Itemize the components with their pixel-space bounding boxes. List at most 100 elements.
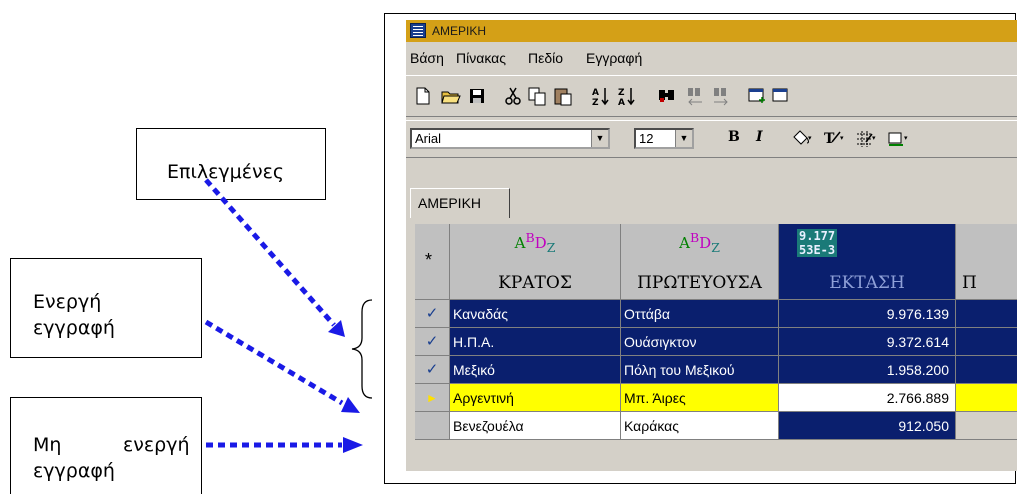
- svg-text:▾: ▾: [872, 135, 876, 142]
- svg-text:▾: ▾: [808, 135, 812, 142]
- bold-button[interactable]: B: [728, 129, 740, 145]
- text-field-icon: ABDZ: [679, 230, 720, 255]
- find-previous-icon[interactable]: [684, 85, 706, 107]
- new-icon[interactable]: [412, 85, 434, 107]
- cell-partial[interactable]: [956, 412, 1017, 440]
- copy-icon[interactable]: [526, 85, 548, 107]
- arrow-active: [204, 319, 344, 406]
- number-icon-line1: 9.177: [799, 229, 836, 243]
- column-header-capital[interactable]: ABDZ ΠΡΩΤΕΥΟΥΣΑ: [621, 224, 779, 300]
- arrow-selected: [204, 178, 336, 327]
- table-window: ΑΜΕΡΙΚΗ Βάση Πίνακας Πεδίο Εγγραφή AZ ZA…: [406, 20, 1017, 471]
- cell-capital[interactable]: Οττάβα: [621, 300, 779, 328]
- open-folder-icon[interactable]: [440, 85, 462, 107]
- column-header-area[interactable]: 9.177 53E-3 ΕΚΤΑΣΗ: [779, 224, 956, 300]
- tab-strip: ΑΜΕΡΙΚΗ: [406, 188, 1017, 218]
- number-icon-line2: 53E-3: [799, 243, 836, 257]
- cell-capital[interactable]: Καράκας: [621, 412, 779, 440]
- table-row[interactable]: ✓ Καναδάς Οττάβα 9.976.139: [415, 300, 1017, 328]
- table-icon: [410, 23, 426, 38]
- arrowhead-selected: [328, 320, 345, 337]
- title-bar: ΑΜΕΡΙΚΗ: [406, 20, 1017, 42]
- number-field-icon: 9.177 53E-3: [797, 229, 838, 257]
- arrowhead-active: [341, 397, 360, 413]
- column-label-partial: Π: [962, 273, 977, 293]
- cell-country[interactable]: Αργεντινή: [450, 384, 621, 412]
- formatting-toolbar: Arial ▼ 12 ▼ B I ▾ T ▾ ▾ ▾: [406, 120, 1017, 158]
- find-next-icon[interactable]: [710, 85, 732, 107]
- menu-item-database[interactable]: Βάση: [410, 50, 444, 66]
- current-record-icon[interactable]: ►: [415, 384, 450, 412]
- standard-toolbar: AZ ZA: [406, 75, 1017, 117]
- font-name-value: Arial: [415, 131, 442, 146]
- cell-country[interactable]: Μεξικό: [450, 356, 621, 384]
- column-header-partial[interactable]: Π: [956, 224, 1017, 300]
- font-size-select[interactable]: 12 ▼: [634, 128, 694, 149]
- arrowhead-inactive: [343, 437, 363, 453]
- svg-text:A: A: [618, 98, 625, 107]
- check-icon[interactable]: ✓: [415, 356, 450, 384]
- fill-color-icon[interactable]: ▾: [790, 128, 816, 150]
- record-selector[interactable]: [415, 412, 450, 440]
- cell-area[interactable]: 1.958.200: [779, 356, 956, 384]
- chevron-down-icon[interactable]: ▼: [591, 130, 608, 147]
- font-name-select[interactable]: Arial ▼: [410, 128, 610, 149]
- cell-area[interactable]: 2.766.889: [779, 384, 956, 412]
- window-title: ΑΜΕΡΙΚΗ: [432, 24, 487, 38]
- cell-capital[interactable]: Πόλη του Μεξικού: [621, 356, 779, 384]
- cell-country[interactable]: Καναδάς: [450, 300, 621, 328]
- svg-text:▾: ▾: [904, 135, 908, 142]
- new-record-marker: *: [425, 250, 433, 270]
- cell-capital[interactable]: Μπ. Άιρες: [621, 384, 779, 412]
- column-label-area: ΕΚΤΑΣΗ: [829, 273, 905, 293]
- sort-ascending-icon[interactable]: AZ: [590, 85, 612, 107]
- table-view-icon[interactable]: [770, 85, 792, 107]
- chevron-down-icon[interactable]: ▼: [675, 130, 692, 147]
- column-header-country[interactable]: ABDZ ΚΡΑΤΟΣ: [450, 224, 621, 300]
- svg-text:T: T: [824, 131, 835, 147]
- text-field-icon: ABDZ: [514, 230, 556, 255]
- gridlines-icon[interactable]: ▾: [854, 128, 880, 150]
- datasheet-grid: * ABDZ ΚΡΑΤΟΣ ABDZ ΠΡΩΤΕΥΟΥΣΑ 9.177 53E-…: [415, 224, 1017, 471]
- italic-button[interactable]: I: [756, 129, 763, 145]
- svg-text:▾: ▾: [840, 135, 844, 142]
- find-icon[interactable]: [656, 85, 678, 107]
- cell-partial[interactable]: [956, 300, 1017, 328]
- svg-text:Z: Z: [618, 88, 625, 98]
- cell-area[interactable]: 912.050: [779, 412, 956, 440]
- cell-country[interactable]: Βενεζουέλα: [450, 412, 621, 440]
- font-color-icon[interactable]: T ▾: [822, 128, 848, 150]
- font-size-value: 12: [639, 131, 654, 146]
- table-row[interactable]: Βενεζουέλα Καράκας 912.050: [415, 412, 1017, 440]
- cell-partial[interactable]: [956, 328, 1017, 356]
- sort-descending-icon[interactable]: ZA: [616, 85, 638, 107]
- svg-text:Z: Z: [592, 98, 599, 107]
- column-label-capital: ΠΡΩΤΕΥΟΥΣΑ: [637, 273, 762, 293]
- menu-bar: Βάση Πίνακας Πεδίο Εγγραφή: [406, 46, 1017, 70]
- tab-america[interactable]: ΑΜΕΡΙΚΗ: [410, 188, 510, 218]
- table-row-active[interactable]: ► Αργεντινή Μπ. Άιρες 2.766.889: [415, 384, 1017, 412]
- check-icon[interactable]: ✓: [415, 300, 450, 328]
- tab-america-label: ΑΜΕΡΙΚΗ: [418, 195, 482, 211]
- cell-country[interactable]: Η.Π.Α.: [450, 328, 621, 356]
- table-row[interactable]: ✓ Μεξικό Πόλη του Μεξικού 1.958.200: [415, 356, 1017, 384]
- column-label-country: ΚΡΑΤΟΣ: [498, 273, 572, 293]
- table-row[interactable]: ✓ Η.Π.Α. Ουάσιγκτον 9.372.614: [415, 328, 1017, 356]
- cell-capital[interactable]: Ουάσιγκτον: [621, 328, 779, 356]
- menu-item-field[interactable]: Πεδίο: [528, 50, 563, 66]
- selection-brace: [351, 299, 373, 399]
- paste-icon[interactable]: [552, 85, 574, 107]
- save-icon[interactable]: [466, 85, 488, 107]
- record-selector-header[interactable]: *: [415, 224, 450, 300]
- menu-item-table[interactable]: Πίνακας: [456, 50, 506, 66]
- cell-area[interactable]: 9.372.614: [779, 328, 956, 356]
- menu-item-record[interactable]: Εγγραφή: [586, 50, 642, 66]
- svg-text:A: A: [592, 88, 599, 98]
- cut-icon[interactable]: [502, 85, 524, 107]
- special-effect-icon[interactable]: ▾: [886, 128, 912, 150]
- check-icon[interactable]: ✓: [415, 328, 450, 356]
- cell-partial[interactable]: [956, 356, 1017, 384]
- cell-partial[interactable]: [956, 384, 1017, 412]
- form-view-icon[interactable]: [746, 85, 768, 107]
- cell-area[interactable]: 9.976.139: [779, 300, 956, 328]
